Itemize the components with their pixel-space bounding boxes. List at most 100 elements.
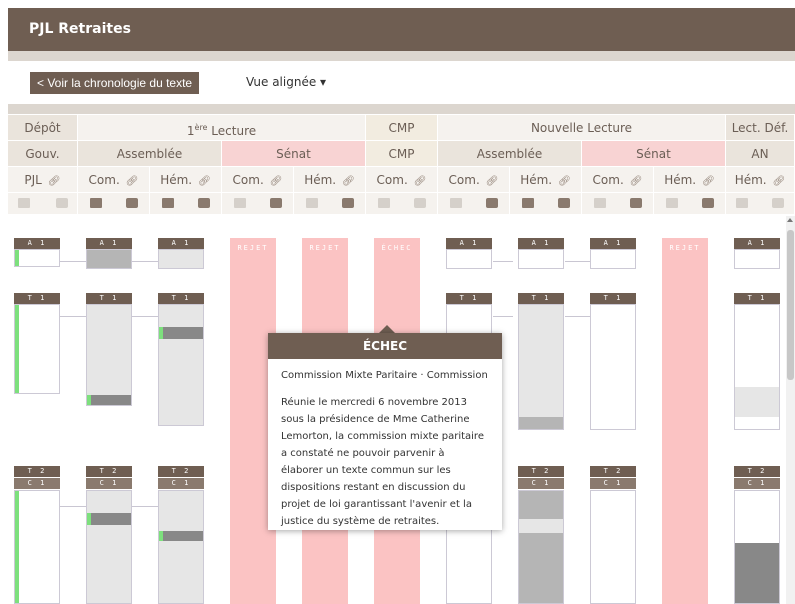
folder-icon[interactable] <box>306 198 318 208</box>
comment-icon[interactable] <box>702 198 714 208</box>
separator <box>8 51 795 61</box>
text-block[interactable] <box>590 249 636 269</box>
scrollbar-thumb[interactable] <box>787 230 794 380</box>
comment-icon[interactable] <box>630 198 642 208</box>
comment-icon[interactable] <box>558 198 570 208</box>
folder-icon[interactable] <box>90 198 102 208</box>
step-icons <box>726 193 795 215</box>
tooltip-arrow <box>379 325 395 333</box>
comment-icon[interactable] <box>414 198 426 208</box>
step-icons <box>8 193 78 215</box>
step-icons <box>78 193 150 215</box>
header-cmp-2: CMP <box>366 141 438 167</box>
text-block[interactable] <box>158 490 204 604</box>
title-tag-t1: T 1 <box>734 293 780 304</box>
header-an: AN <box>726 141 795 167</box>
text-block[interactable] <box>446 249 492 269</box>
folder-icon[interactable] <box>378 198 390 208</box>
app-header: PJL Retraites <box>8 8 795 51</box>
text-block[interactable] <box>734 304 780 430</box>
column-pjl: A 1 T 1 T 2 C 1 <box>14 216 60 604</box>
text-block[interactable] <box>518 490 564 604</box>
title-tag-t2: T 2 <box>518 466 564 477</box>
vertical-scrollbar[interactable] <box>786 216 795 604</box>
step-icons <box>150 193 222 215</box>
nl-senat-hem-rejection[interactable]: REJET <box>662 238 708 604</box>
text-block[interactable] <box>518 304 564 430</box>
link-icon: 🔗︎ <box>702 176 715 187</box>
folder-icon[interactable] <box>162 198 174 208</box>
scroll-up-arrow-icon[interactable] <box>787 218 793 222</box>
step-icons <box>222 193 294 215</box>
folder-icon[interactable] <box>522 198 534 208</box>
link-icon: 🔗︎ <box>47 176 61 187</box>
comment-icon[interactable] <box>56 198 68 208</box>
back-to-chronology-button[interactable]: < Voir la chronologie du texte <box>30 72 200 94</box>
step-com[interactable]: Com. 🔗︎ <box>582 167 654 193</box>
comment-icon[interactable] <box>270 198 282 208</box>
text-block[interactable] <box>86 249 132 269</box>
text-block[interactable] <box>590 304 636 430</box>
chapter-tag-c1: C 1 <box>86 478 132 489</box>
step-icons <box>366 193 438 215</box>
header-assemblee-1: Assemblée <box>78 141 222 167</box>
article-tag-a1: A 1 <box>86 238 132 249</box>
folder-icon[interactable] <box>736 198 748 208</box>
step-com[interactable]: Com. 🔗︎ <box>222 167 294 193</box>
chapter-tag-c1: C 1 <box>518 478 564 489</box>
step-com[interactable]: Com. 🔗︎ <box>366 167 438 193</box>
folder-icon[interactable] <box>234 198 246 208</box>
step-com[interactable]: Com. 🔗︎ <box>438 167 510 193</box>
title-tag-t2: T 2 <box>86 466 132 477</box>
tooltip-title: ÉCHEC <box>268 333 502 359</box>
folder-icon[interactable] <box>18 198 30 208</box>
comment-icon[interactable] <box>342 198 354 208</box>
text-block[interactable] <box>14 249 60 267</box>
link-icon: 🔗︎ <box>198 176 211 187</box>
header-senat-2: Sénat <box>582 141 726 167</box>
comment-icon[interactable] <box>198 198 210 208</box>
separator <box>8 104 795 114</box>
step-hem[interactable]: Hém. 🔗︎ <box>150 167 222 193</box>
folder-icon[interactable] <box>450 198 462 208</box>
title-tag-t1: T 1 <box>86 293 132 304</box>
step-hem[interactable]: Hém. 🔗︎ <box>510 167 582 193</box>
text-block[interactable] <box>86 490 132 604</box>
text-block[interactable] <box>158 249 204 269</box>
text-block[interactable] <box>14 490 60 604</box>
step-hem[interactable]: Hém. 🔗︎ <box>654 167 726 193</box>
header-first-reading: 1ère Lecture <box>78 115 366 141</box>
chapter-tag-c1: C 1 <box>158 478 204 489</box>
text-block[interactable] <box>158 304 204 426</box>
text-block[interactable] <box>518 249 564 269</box>
text-block[interactable] <box>734 249 780 269</box>
text-block[interactable] <box>14 304 60 394</box>
view-mode-dropdown[interactable]: Vue alignée ▾ <box>246 75 326 89</box>
header-assemblee-2: Assemblée <box>438 141 582 167</box>
step-hem[interactable]: Hém. 🔗︎ <box>294 167 366 193</box>
step-icons <box>510 193 582 215</box>
text-block[interactable] <box>734 490 780 604</box>
header-depot: Dépôt <box>8 115 78 141</box>
text-block[interactable] <box>590 490 636 604</box>
header-new-reading: Nouvelle Lecture <box>438 115 726 141</box>
title-tag-t1: T 1 <box>590 293 636 304</box>
comment-icon[interactable] <box>486 198 498 208</box>
title-tag-t2: T 2 <box>158 466 204 477</box>
column-final-an-hem: A 1 T 1 T 2 C 1 <box>734 216 780 604</box>
step-hem[interactable]: Hém. 🔗︎ <box>726 167 795 193</box>
title-tag-t1: T 1 <box>518 293 564 304</box>
column-an-com: A 1 T 1 T 2 C 1 <box>86 216 132 604</box>
step-pjl[interactable]: PJL 🔗︎ <box>8 167 78 193</box>
comment-icon[interactable] <box>772 198 784 208</box>
column-nl-senat-com: A 1 T 1 T 2 C 1 <box>590 216 636 604</box>
event-tooltip: ÉCHEC Commission Mixte Paritaire · Commi… <box>268 333 502 530</box>
chapter-tag-c1: C 1 <box>590 478 636 489</box>
folder-icon[interactable] <box>666 198 678 208</box>
title-tag-t1: T 1 <box>158 293 204 304</box>
header-cmp: CMP <box>366 115 438 141</box>
comment-icon[interactable] <box>126 198 138 208</box>
step-com[interactable]: Com. 🔗︎ <box>78 167 150 193</box>
folder-icon[interactable] <box>594 198 606 208</box>
text-block[interactable] <box>86 304 132 406</box>
